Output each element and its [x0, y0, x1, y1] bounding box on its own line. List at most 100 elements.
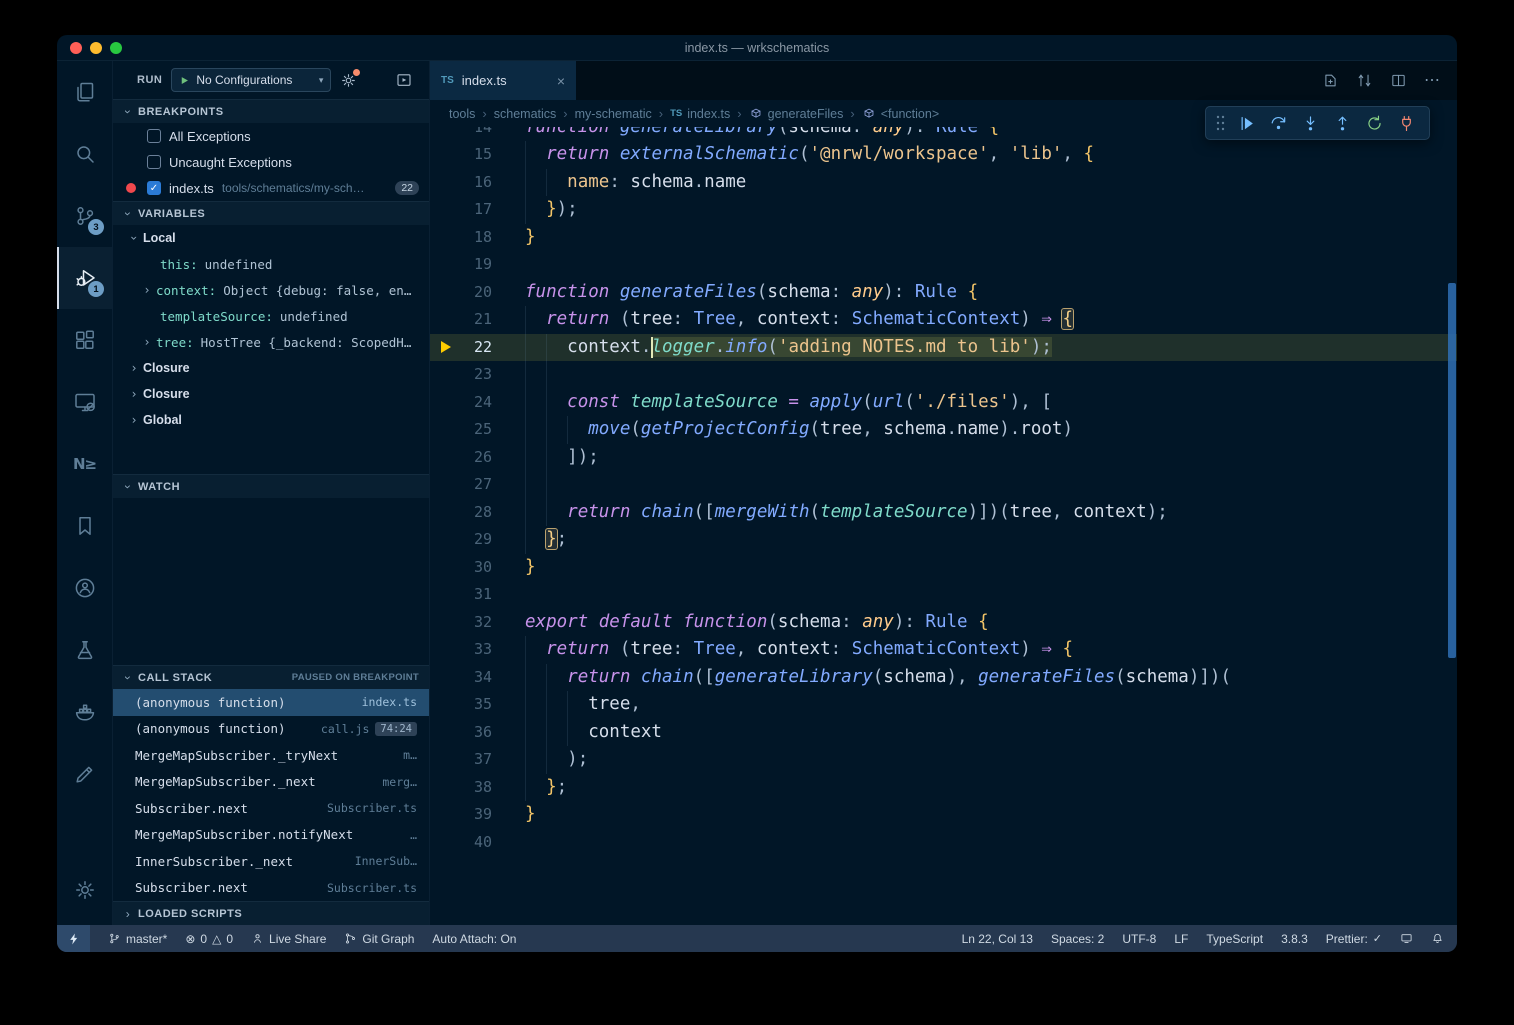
activity-nx-console[interactable]: N≥	[57, 433, 112, 495]
code-line-15[interactable]: 15 return externalSchematic('@nrwl/works…	[430, 141, 1457, 169]
breakpoint-checkbox[interactable]: ✓	[147, 181, 161, 195]
code-line-17[interactable]: 17 });	[430, 196, 1457, 224]
variables-scope[interactable]: ›Local	[113, 225, 429, 251]
live-share-status[interactable]: Live Share	[251, 932, 326, 946]
activity-live-share[interactable]	[57, 557, 112, 619]
code-line-34[interactable]: 34 return chain([generateLibrary(schema)…	[430, 664, 1457, 692]
call-stack-section-header[interactable]: › CALL STACK PAUSED ON BREAKPOINT	[113, 665, 429, 689]
code-line-31[interactable]: 31	[430, 581, 1457, 609]
code-line-20[interactable]: 20function generateFiles(schema: any): R…	[430, 279, 1457, 307]
breakpoint-checkbox[interactable]	[147, 155, 161, 169]
tab-index-ts[interactable]: TS index.ts ×	[430, 61, 576, 100]
compare-changes-icon[interactable]	[1356, 72, 1373, 89]
activity-tests[interactable]	[57, 619, 112, 681]
breadcrumb-schematics[interactable]: schematics	[494, 107, 557, 121]
call-stack-frame[interactable]: MergeMapSubscriber._nextmerg…	[113, 769, 429, 796]
notifications-bell-icon[interactable]	[1431, 932, 1444, 945]
restart-button[interactable]	[1361, 110, 1388, 137]
language-status[interactable]: TypeScript	[1206, 932, 1263, 946]
debug-console-icon[interactable]	[395, 71, 413, 89]
start-debug-icon[interactable]	[179, 75, 190, 86]
debug-config-dropdown[interactable]: No Configurations ▾	[171, 68, 331, 92]
variable-item[interactable]: templateSource:undefined	[113, 303, 429, 329]
breakpoint-checkbox[interactable]	[147, 129, 161, 143]
code-line-29[interactable]: 29 };	[430, 526, 1457, 554]
problems-status[interactable]: ⊗ 0 △ 0	[185, 932, 233, 946]
variable-item[interactable]: ›tree:HostTree {_backend: ScopedH…	[113, 329, 429, 355]
activity-search[interactable]	[57, 123, 112, 185]
code-line-21[interactable]: 21 return (tree: Tree, context: Schemati…	[430, 306, 1457, 334]
variables-scope[interactable]: ›Closure	[113, 381, 429, 407]
activity-bookmarks[interactable]	[57, 495, 112, 557]
code-line-24[interactable]: 24 const templateSource = apply(url('./f…	[430, 389, 1457, 417]
activity-extensions[interactable]	[57, 309, 112, 371]
variables-section-header[interactable]: › VARIABLES	[113, 201, 429, 225]
step-out-button[interactable]	[1329, 110, 1356, 137]
variables-scope[interactable]: ›Closure	[113, 355, 429, 381]
breakpoint-item[interactable]: All Exceptions	[113, 123, 429, 149]
activity-source-control[interactable]: 3	[57, 185, 112, 247]
breadcrumb-index-ts[interactable]: TSindex.ts	[670, 107, 730, 121]
code-line-25[interactable]: 25 move(getProjectConfig(tree, schema.na…	[430, 416, 1457, 444]
code-line-26[interactable]: 26 ]);	[430, 444, 1457, 472]
overview-ruler[interactable]	[1447, 127, 1457, 925]
open-changes-icon[interactable]	[1322, 72, 1339, 89]
screencast-icon[interactable]	[1400, 932, 1413, 945]
step-over-button[interactable]	[1265, 110, 1292, 137]
code-line-37[interactable]: 37 );	[430, 746, 1457, 774]
code-line-22[interactable]: 22 context.logger.info('adding NOTES.md …	[430, 334, 1457, 362]
code-editor[interactable]: 14function generateLibrary(schema: any):…	[430, 127, 1457, 925]
activity-remote-explorer[interactable]	[57, 371, 112, 433]
breakpoint-item[interactable]: ✓index.tstools/schematics/my-sch…22	[113, 175, 429, 201]
more-actions-icon[interactable]: ⋯	[1424, 73, 1440, 89]
code-line-30[interactable]: 30}	[430, 554, 1457, 582]
variable-item[interactable]: this:undefined	[113, 251, 429, 277]
call-stack-frame[interactable]: MergeMapSubscriber.notifyNext…	[113, 822, 429, 849]
activity-docker[interactable]	[57, 681, 112, 743]
code-line-33[interactable]: 33 return (tree: Tree, context: Schemati…	[430, 636, 1457, 664]
indentation-status[interactable]: Spaces: 2	[1051, 932, 1104, 946]
call-stack-frame[interactable]: InnerSubscriber._nextInnerSub…	[113, 848, 429, 875]
code-line-35[interactable]: 35 tree,	[430, 691, 1457, 719]
breadcrumb-function[interactable]: <function>	[862, 107, 939, 121]
code-line-38[interactable]: 38 };	[430, 774, 1457, 802]
code-line-23[interactable]: 23	[430, 361, 1457, 389]
call-stack-frame[interactable]: (anonymous function)index.ts	[113, 689, 429, 716]
continue-button[interactable]	[1233, 110, 1260, 137]
split-editor-icon[interactable]	[1390, 72, 1407, 89]
configure-gear-icon[interactable]	[340, 72, 357, 89]
loaded-scripts-section-header[interactable]: › LOADED SCRIPTS	[113, 901, 429, 925]
disconnect-button[interactable]	[1393, 110, 1420, 137]
code-line-28[interactable]: 28 return chain([mergeWith(templateSourc…	[430, 499, 1457, 527]
cursor-position-status[interactable]: Ln 22, Col 13	[962, 932, 1033, 946]
toolbar-drag-handle[interactable]	[1215, 114, 1226, 132]
encoding-status[interactable]: UTF-8	[1122, 932, 1156, 946]
call-stack-frame[interactable]: Subscriber.nextSubscriber.ts	[113, 875, 429, 902]
breadcrumb-my-schematic[interactable]: my-schematic	[575, 107, 652, 121]
variable-item[interactable]: ›context:Object {debug: false, en…	[113, 277, 429, 303]
activity-explorer[interactable]	[57, 61, 112, 123]
code-line-32[interactable]: 32export default function(schema: any): …	[430, 609, 1457, 637]
zoom-window-button[interactable]	[110, 42, 122, 54]
code-line-16[interactable]: 16 name: schema.name	[430, 169, 1457, 197]
code-line-19[interactable]: 19	[430, 251, 1457, 279]
remote-indicator[interactable]	[57, 925, 90, 952]
call-stack-frame[interactable]: Subscriber.nextSubscriber.ts	[113, 795, 429, 822]
breadcrumb-tools[interactable]: tools	[449, 107, 475, 121]
auto-attach-status[interactable]: Auto Attach: On	[432, 932, 516, 946]
watch-section-header[interactable]: › WATCH	[113, 474, 429, 498]
code-line-40[interactable]: 40	[430, 829, 1457, 857]
eol-status[interactable]: LF	[1174, 932, 1188, 946]
breakpoint-item[interactable]: Uncaught Exceptions	[113, 149, 429, 175]
variables-scope[interactable]: ›Global	[113, 407, 429, 433]
code-line-36[interactable]: 36 context	[430, 719, 1457, 747]
activity-run-and-debug[interactable]: 1	[57, 247, 112, 309]
ts-version-status[interactable]: 3.8.3	[1281, 932, 1308, 946]
git-branch-status[interactable]: master*	[108, 932, 167, 946]
activity-manage[interactable]	[57, 859, 112, 921]
code-line-27[interactable]: 27	[430, 471, 1457, 499]
code-line-39[interactable]: 39}	[430, 801, 1457, 829]
git-graph-status[interactable]: Git Graph	[344, 932, 414, 946]
call-stack-frame[interactable]: (anonymous function)call.js74:24	[113, 716, 429, 743]
activity-codetour[interactable]	[57, 743, 112, 805]
